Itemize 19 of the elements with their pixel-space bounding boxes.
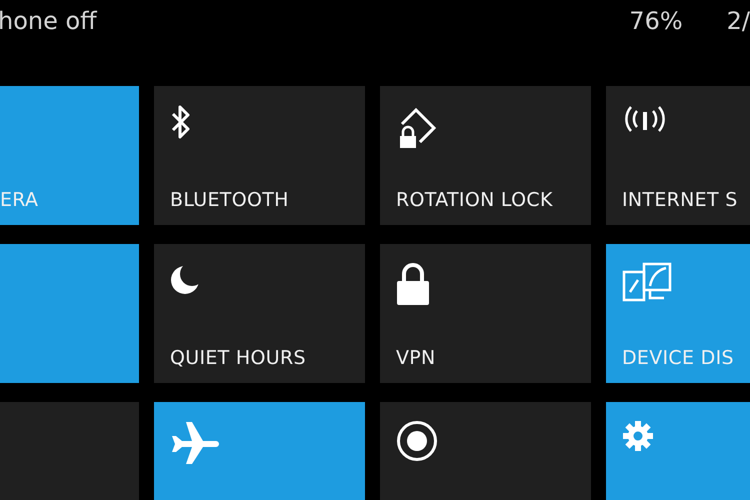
bluetooth-icon <box>170 104 192 140</box>
lock-icon <box>396 262 430 306</box>
quick-action-tile[interactable] <box>0 244 139 383</box>
battery-percentage: 76% <box>629 7 683 35</box>
quick-action-tile[interactable]: VPN <box>380 244 591 383</box>
quick-action-tile[interactable]: INTERNET S <box>606 86 750 225</box>
status-text: hone off <box>0 7 98 35</box>
quick-action-tile[interactable]: BLUETOOTH <box>154 86 365 225</box>
airplane-icon <box>170 420 222 466</box>
record-icon <box>396 420 438 462</box>
quick-action-tile[interactable] <box>154 402 365 500</box>
quick-action-tile[interactable]: ROTATION LOCK <box>380 86 591 225</box>
quick-action-tile[interactable] <box>380 402 591 500</box>
antenna-icon <box>622 104 668 134</box>
screens-icon <box>622 262 672 302</box>
quick-action-tile[interactable]: QUIET HOURS <box>154 244 365 383</box>
clock: 2/ <box>726 7 750 35</box>
quick-action-tile[interactable] <box>0 402 139 500</box>
gear-icon <box>622 420 654 452</box>
